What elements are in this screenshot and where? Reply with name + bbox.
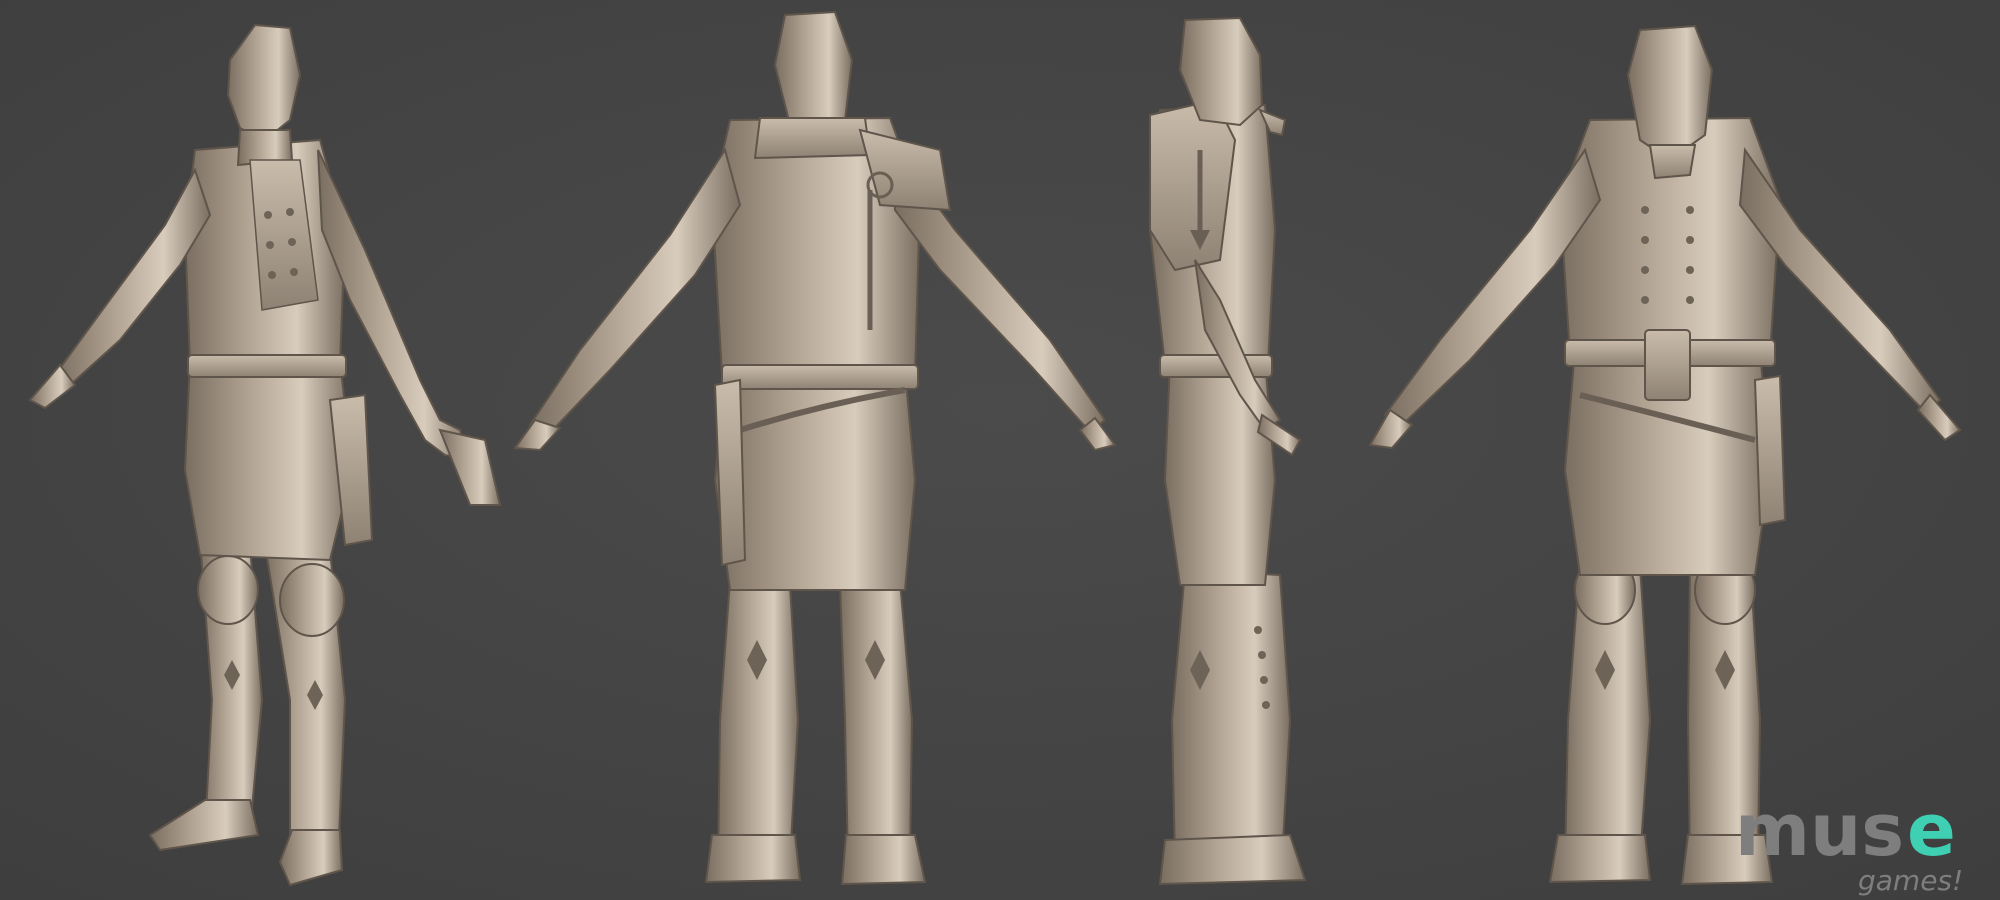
logo-accent-letter: e — [1907, 788, 1956, 872]
render-viewport: mus e games! — [0, 0, 2000, 900]
logo-wordmark: mus — [1735, 788, 1904, 872]
render-canvas: mus e games! — [0, 0, 2000, 900]
logo-tagline: games! — [1858, 864, 1963, 897]
